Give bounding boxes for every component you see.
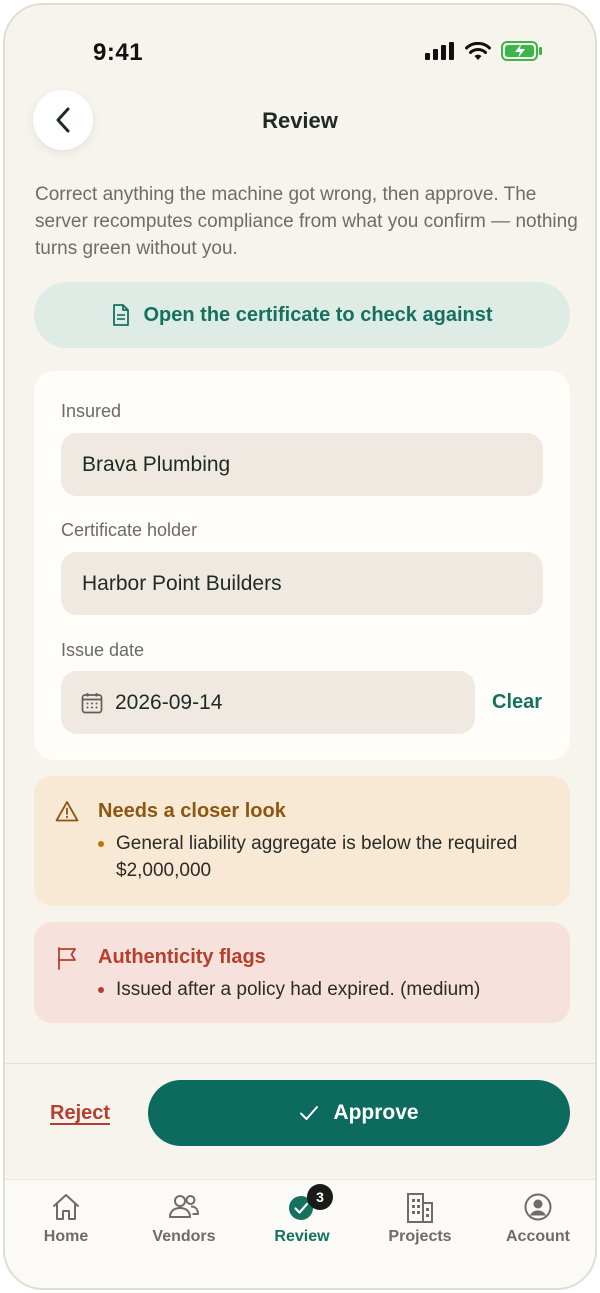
tab-projects-label: Projects — [388, 1228, 452, 1245]
review-form-card: Insured Brava Plumbing Certificate holde… — [34, 371, 570, 760]
issue-date-value: 2026-09-14 — [115, 690, 223, 714]
approve-button[interactable]: Approve — [148, 1080, 570, 1146]
approve-label: Approve — [333, 1101, 419, 1124]
issue-date-label: Issue date — [61, 640, 145, 660]
status-bar: 9:41 — [5, 5, 595, 95]
review-count-badge: 3 — [307, 1184, 333, 1210]
authenticity-notice: Authenticity flags Issued after a policy… — [34, 922, 570, 1023]
insured-field[interactable]: Brava Plumbing — [61, 433, 543, 496]
account-icon — [524, 1193, 552, 1221]
flag-icon — [58, 947, 76, 970]
building-icon — [407, 1193, 433, 1223]
reject-button[interactable]: Reject — [50, 1102, 110, 1125]
authenticity-title: Authenticity flags — [98, 946, 266, 968]
warning-icon — [55, 801, 79, 822]
certificate-holder-field[interactable]: Harbor Point Builders — [61, 552, 543, 615]
page-title: Review — [262, 108, 338, 133]
closer-look-notice: Needs a closer look General liability ag… — [34, 776, 570, 906]
signal-icon — [425, 42, 454, 60]
intro-text: Correct anything the machine got wrong, … — [35, 184, 578, 259]
certificate-holder-value: Harbor Point Builders — [82, 571, 282, 595]
tab-account[interactable]: Account — [479, 1180, 595, 1260]
authenticity-item: Issued after a policy had expired. (medi… — [98, 976, 518, 1003]
status-time: 9:41 — [93, 39, 144, 66]
open-certificate-label: Open the certificate to check against — [143, 303, 493, 326]
clear-date-button[interactable]: Clear — [492, 691, 542, 714]
insured-label: Insured — [61, 401, 122, 421]
tab-vendors[interactable]: Vendors — [125, 1180, 243, 1260]
document-icon — [112, 304, 129, 326]
tab-review-label: Review — [274, 1228, 330, 1245]
status-icons — [425, 41, 543, 61]
users-icon — [169, 1195, 199, 1218]
home-icon — [53, 1194, 79, 1220]
closer-look-item: General liability aggregate is below the… — [98, 830, 518, 884]
issue-date-field[interactable]: 2026-09-14 — [61, 671, 475, 734]
tab-account-label: Account — [506, 1228, 570, 1245]
closer-look-title: Needs a closer look — [98, 800, 286, 822]
tab-vendors-label: Vendors — [152, 1228, 216, 1245]
tab-projects[interactable]: Projects — [361, 1180, 479, 1260]
tab-home[interactable]: Home — [7, 1180, 125, 1260]
wifi-icon — [465, 41, 491, 60]
action-divider — [5, 1063, 595, 1064]
insured-value: Brava Plumbing — [82, 452, 231, 476]
authenticity-list: Issued after a policy had expired. (medi… — [98, 976, 518, 1003]
certificate-holder-label: Certificate holder — [61, 520, 198, 540]
tab-home-label: Home — [43, 1228, 89, 1245]
closer-look-list: General liability aggregate is below the… — [98, 830, 518, 884]
tab-review[interactable]: 3 Review — [243, 1180, 361, 1260]
tab-bar: Home Vendors 3 Review Projects Account — [5, 1179, 595, 1288]
open-certificate-button[interactable]: Open the certificate to check against — [34, 282, 570, 348]
checkmark-icon — [300, 1106, 319, 1120]
calendar-icon — [81, 692, 103, 713]
phone-screen: 9:41 Review Correct anything the machine… — [3, 3, 597, 1290]
battery-charging-icon — [501, 41, 542, 61]
